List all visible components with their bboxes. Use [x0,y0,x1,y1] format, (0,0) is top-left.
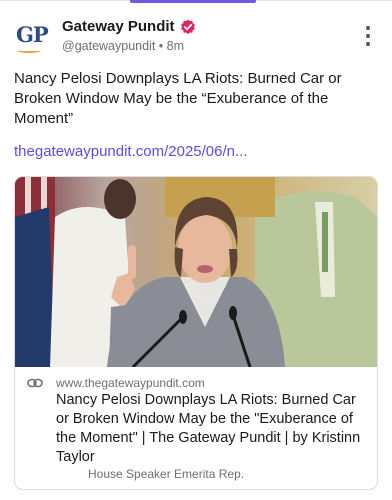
avatar-swoosh [17,48,41,53]
display-name[interactable]: Gateway Pundit [62,18,175,35]
meta-row: @gatewaypundit • 8m [62,39,184,53]
name-row: Gateway Pundit [62,18,196,35]
timestamp[interactable]: 8m [167,39,184,53]
verified-badge-icon [180,19,195,34]
more-vertical-icon [366,26,370,30]
link-icon [27,378,43,388]
link-title[interactable]: Nancy Pelosi Downplays LA Riots: Burned … [56,391,372,467]
avatar-logo-text: GP [16,22,49,47]
post-link[interactable]: thegatewaypundit.com/2025/06/n... [14,143,248,160]
active-tab-indicator [130,0,256,3]
post-text: Nancy Pelosi Downplays LA Riots: Burned … [14,70,342,127]
handle[interactable]: @gatewaypundit [62,39,155,53]
article-image[interactable] [15,177,377,367]
meta-separator: • [158,39,164,53]
link-description: House Speaker Emerita Rep. [88,467,245,481]
avatar[interactable]: GP [14,20,50,56]
link-card-body[interactable]: www.thegatewaypundit.com Nancy Pelosi Do… [15,367,377,489]
link-domain: www.thegatewaypundit.com [56,376,205,390]
post-header: GP Gateway Pundit @gatewaypundit • 8m [14,16,378,60]
more-options-button[interactable] [362,26,374,46]
link-preview-card[interactable]: www.thegatewaypundit.com Nancy Pelosi Do… [14,176,378,490]
